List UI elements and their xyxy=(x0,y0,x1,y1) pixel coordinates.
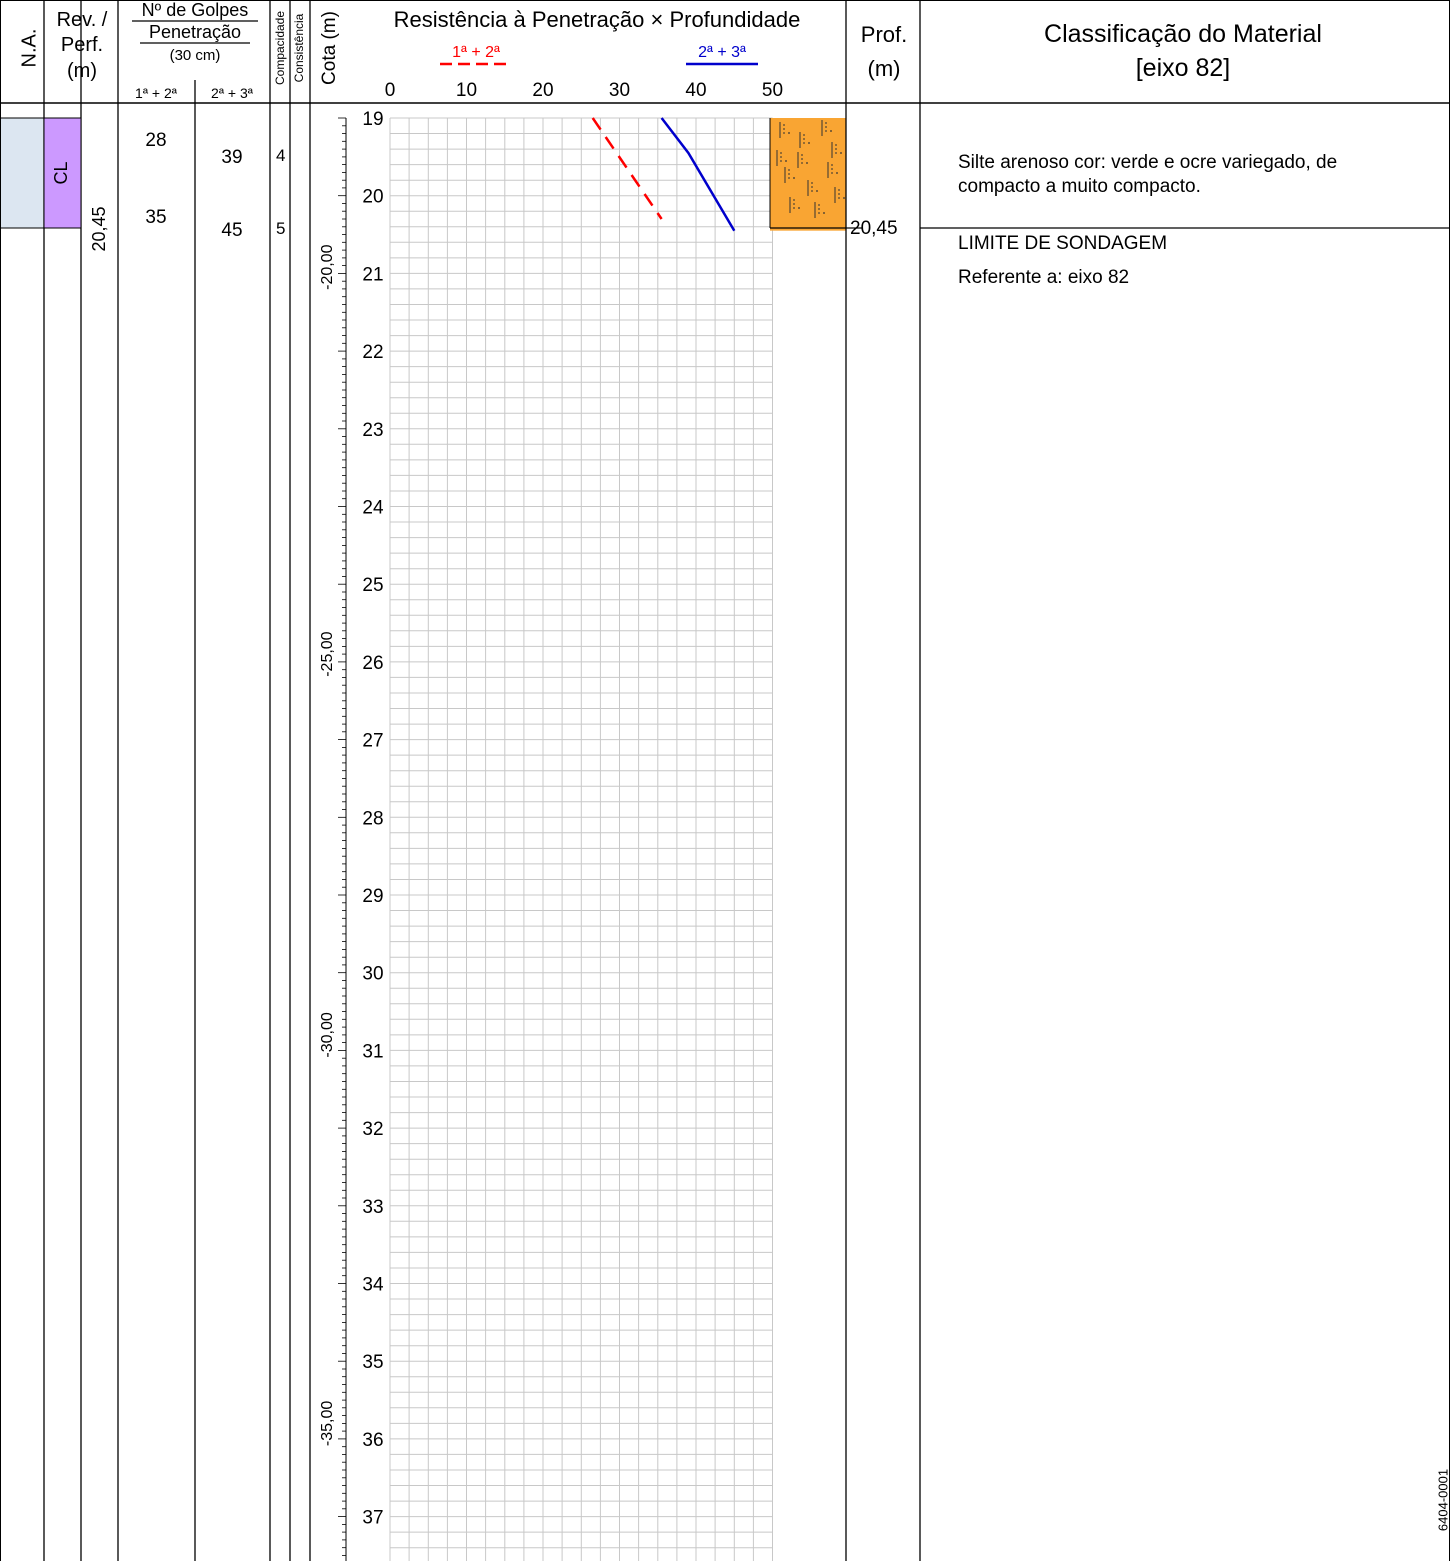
sand-dot xyxy=(806,162,808,164)
sand-dot xyxy=(836,172,838,174)
depth-tick-labels: 19 20 21 22 23 24 25 26 27 28 29 30 31 32 33 34 35 36 37 xyxy=(353,107,384,1529)
side-code: 6404-0001 xyxy=(1435,1469,1450,1531)
rev-header-line3: (m) xyxy=(67,60,97,82)
lithology-fill xyxy=(770,118,846,231)
penetracao-label: Penetração xyxy=(149,22,241,42)
sand-dot xyxy=(788,132,790,134)
classification-header-line2: [eixo 82] xyxy=(1136,54,1231,82)
table-frame xyxy=(0,0,1450,1561)
layer-description-line2: compacto a muito compacto. xyxy=(958,176,1201,197)
spt-row1-col2: 39 xyxy=(221,147,242,168)
water-level-band xyxy=(0,118,44,228)
consistencia-header: Consistência xyxy=(292,13,306,82)
sounding-limit: LIMITE DE SONDAGEM xyxy=(958,233,1167,254)
depth-tick-label: 34 xyxy=(362,1275,384,1296)
series-line-2 xyxy=(660,117,736,232)
spt-row1-compacidade: 4 xyxy=(276,146,285,165)
legend-series2: 2ª + 3ª xyxy=(698,44,746,61)
depth-tick-label: 33 xyxy=(362,1197,383,1218)
borehole-log: N.A. Rev. / Perf. (m) Nº de Golpes Penet… xyxy=(0,0,1450,1561)
na-header: N.A. xyxy=(18,29,40,68)
depth-tick-label: 24 xyxy=(362,498,384,519)
sand-dot xyxy=(823,212,825,214)
spt-row2-compacidade: 5 xyxy=(276,219,285,238)
x-tick-label: 0 xyxy=(385,80,396,101)
depth-tick-label: 37 xyxy=(362,1508,383,1529)
golpes-col1-header: 1ª + 2ª xyxy=(135,85,178,101)
x-tick-label: 50 xyxy=(762,80,783,101)
prof-header-line1: Prof. xyxy=(861,22,907,47)
depth-tick-label: 27 xyxy=(362,731,383,752)
legend-series1: 1ª + 2ª xyxy=(452,44,500,61)
soil-class-label: CL xyxy=(51,161,71,184)
spt-row1-col1: 28 xyxy=(145,130,166,151)
depth-tick-label: 20 xyxy=(362,187,383,208)
water-level-fill xyxy=(0,118,44,228)
sand-dot xyxy=(798,207,800,209)
cota-label: -30,00 xyxy=(319,1012,336,1057)
sand-dot xyxy=(840,152,842,154)
depth-tick-label: 29 xyxy=(362,886,383,907)
cota-labels: -20,00 -25,00 -30,00 -35,00 xyxy=(319,244,336,1446)
x-tick-label: 20 xyxy=(532,80,553,101)
x-tick-label: 40 xyxy=(685,80,706,101)
prof-header-line2: (m) xyxy=(868,56,901,81)
depth-tick-label: 23 xyxy=(362,420,383,441)
sand-dot xyxy=(816,190,818,192)
sand-dot xyxy=(830,130,832,132)
golpes-title: Nº de Golpes xyxy=(142,0,249,20)
depth-tick-label: 19 xyxy=(362,109,383,130)
spt-row2-col1: 35 xyxy=(145,207,166,228)
depth-tick-label: 22 xyxy=(362,342,383,363)
cota-label: -25,00 xyxy=(319,631,336,676)
cota-ticks xyxy=(338,117,347,1561)
golpes-col2-header: 2ª + 3ª xyxy=(211,85,254,101)
depth-tick-label: 21 xyxy=(362,264,383,285)
depth-tick-label: 25 xyxy=(362,575,383,596)
x-tick-labels: 0 10 20 30 40 50 xyxy=(385,80,783,101)
compacidade-header: Compacidade xyxy=(273,11,287,85)
sand-dot xyxy=(843,197,845,199)
chart-series xyxy=(591,117,736,232)
penetracao-unit: (30 cm) xyxy=(170,47,221,64)
prof-depth-label: 20,45 xyxy=(850,218,898,239)
chart-title: Resistência à Penetração × Profundidade xyxy=(394,7,801,32)
cota-label: -20,00 xyxy=(319,244,336,289)
sand-dot xyxy=(785,160,787,162)
x-tick-label: 10 xyxy=(456,80,477,101)
rev-header-line1: Rev. / xyxy=(57,9,108,31)
cota-label: -35,00 xyxy=(319,1401,336,1446)
chart-grid xyxy=(389,117,773,1561)
rev-header-line2: Perf. xyxy=(61,34,103,56)
depth-tick-label: 26 xyxy=(362,653,383,674)
lithology-column xyxy=(770,118,846,231)
rev-perf-depth: 20,45 xyxy=(89,206,109,251)
x-tick-label: 30 xyxy=(609,80,630,101)
spt-row2-col2: 45 xyxy=(221,220,242,241)
classification-header-line1: Classificação do Material xyxy=(1044,20,1322,48)
depth-tick-label: 30 xyxy=(362,964,383,985)
sand-dot xyxy=(808,142,810,144)
depth-tick-label: 32 xyxy=(362,1119,383,1140)
depth-tick-label: 35 xyxy=(362,1352,383,1373)
sand-dot xyxy=(793,177,795,179)
depth-tick-label: 28 xyxy=(362,808,383,829)
cota-header: Cota (m) xyxy=(319,11,340,85)
depth-tick-label: 36 xyxy=(362,1430,383,1451)
reference-text: Referente a: eixo 82 xyxy=(958,267,1129,288)
depth-tick-label: 31 xyxy=(362,1041,383,1062)
layer-description-line1: Silte arenoso cor: verde e ocre variegad… xyxy=(958,152,1337,173)
